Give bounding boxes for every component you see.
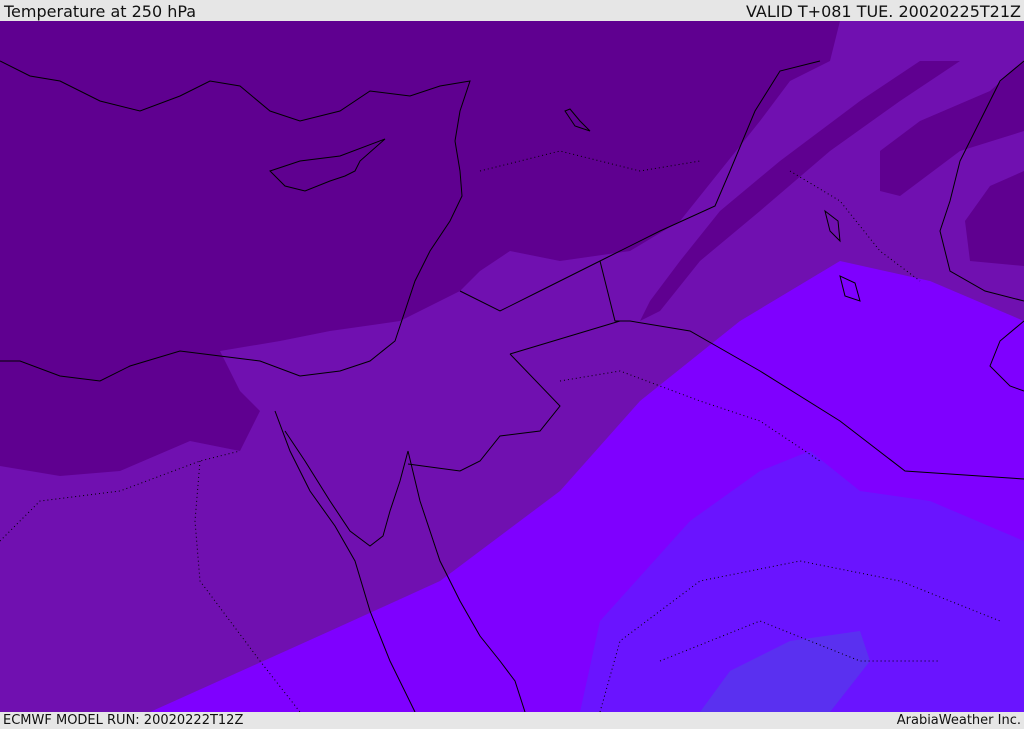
valid-time: VALID T+081 TUE. 20020225T21Z (745, 2, 1021, 21)
title-bar: Temperature at 250 hPa VALID T+081 TUE. … (0, 0, 1024, 21)
credit: ArabiaWeather Inc. (896, 713, 1021, 728)
temperature-map (0, 21, 1024, 712)
footer-bar: ECMWF MODEL RUN: 20020222T12Z ArabiaWeat… (0, 712, 1024, 729)
map-title: Temperature at 250 hPa (4, 2, 197, 21)
map-area[interactable] (0, 21, 1024, 712)
model-run: ECMWF MODEL RUN: 20020222T12Z (3, 713, 244, 728)
